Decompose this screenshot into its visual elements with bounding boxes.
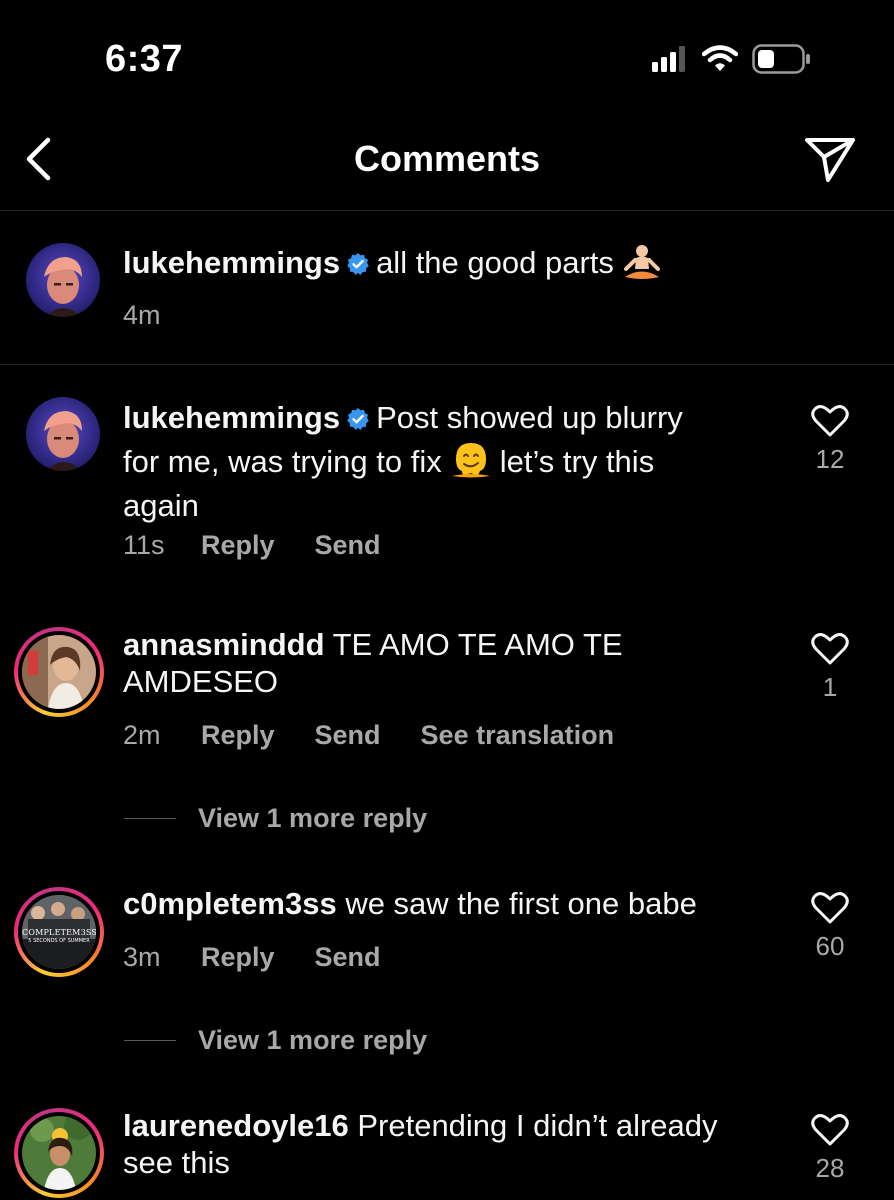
comment-meta: 11s Reply Send	[123, 530, 421, 561]
avatar-caption-1: COMPLETEM3SS	[22, 928, 96, 937]
paper-plane-icon	[805, 138, 855, 182]
heart-outline-icon[interactable]	[811, 1113, 849, 1147]
like-group: 12	[800, 404, 860, 475]
avatar-image	[26, 397, 100, 471]
like-count: 28	[815, 1153, 845, 1183]
avatar-ring-gap: COMPLETEM3SS 5 SECONDS OF SUMMER	[18, 891, 100, 973]
comment-line: for me, was trying to fix let’s try this	[123, 439, 763, 487]
view-more-replies-button[interactable]: View 1 more reply	[124, 803, 427, 834]
send-button[interactable]: Send	[315, 942, 381, 973]
comment-line: annasminddd TE AMO TE AMO TE	[123, 626, 763, 663]
avatar-image: COMPLETEM3SS 5 SECONDS OF SUMMER	[22, 895, 96, 969]
heart-outline-icon[interactable]	[811, 891, 849, 925]
reply-thread-line	[124, 818, 176, 819]
avatar-image	[22, 635, 96, 709]
view-more-replies-label: View 1 more reply	[198, 1025, 428, 1055]
comment-username[interactable]: c0mpletem3ss	[123, 886, 337, 921]
avatar-laurenedoyle16[interactable]	[14, 1108, 104, 1198]
status-time: 6:37	[105, 38, 184, 80]
avatar-caption-2: 5 SECONDS OF SUMMER	[28, 938, 90, 944]
caption-text: lukehemmings all the good parts	[123, 244, 813, 288]
wifi-icon	[702, 45, 738, 71]
comment-body: for me, was trying to fix	[123, 444, 442, 479]
like-count: 1	[822, 672, 838, 702]
caption-username[interactable]: lukehemmings	[123, 245, 340, 280]
header-divider	[0, 210, 894, 211]
melting-face-emoji-icon	[450, 439, 492, 487]
comment-text: c0mpletem3ss we saw the first one babe	[123, 885, 783, 922]
comment-text: laurenedoyle16 Pretending I didn’t alrea…	[123, 1107, 783, 1181]
avatar-ring-gap	[18, 1112, 100, 1194]
comment-body: again	[123, 488, 199, 523]
comment-body: Post showed up blurry	[376, 400, 683, 435]
comment-line: laurenedoyle16 Pretending I didn’t alrea…	[123, 1107, 783, 1144]
battery-icon	[752, 44, 810, 74]
reply-button[interactable]: Reply	[201, 530, 275, 561]
comment-line: see this	[123, 1145, 230, 1180]
caption-meta: 4m	[123, 300, 161, 331]
avatar-ring-gap	[18, 631, 100, 713]
comment-username[interactable]: lukehemmings	[123, 400, 340, 435]
comment-time: 3m	[123, 942, 161, 972]
comment-line: again	[123, 487, 763, 524]
heart-outline-icon[interactable]	[811, 632, 849, 666]
comment-time: 2m	[123, 720, 161, 750]
verified-badge-icon	[346, 402, 370, 439]
caption-time: 4m	[123, 300, 161, 330]
heart-outline-icon[interactable]	[811, 404, 849, 438]
see-translation-button[interactable]: See translation	[421, 720, 615, 751]
comment-body: we saw the first one babe	[345, 886, 697, 921]
avatar-image	[22, 1116, 96, 1190]
view-more-replies-label: View 1 more reply	[198, 803, 428, 833]
comment-line: AMDESEO	[123, 664, 279, 699]
reply-button[interactable]: Reply	[201, 942, 275, 973]
page-title: Comments	[353, 138, 541, 179]
comment-username[interactable]: laurenedoyle16	[123, 1108, 349, 1143]
comment-line: lukehemmings Post showed up blurry	[123, 399, 763, 439]
status-icons	[652, 44, 812, 74]
comment-body: Pretending I didn’t already	[357, 1108, 718, 1143]
share-button[interactable]	[800, 130, 860, 188]
comment-text: lukehemmings Post showed up blurry for me…	[123, 399, 763, 524]
like-group: 1	[800, 632, 860, 703]
comment-username[interactable]: annasminddd	[123, 627, 325, 662]
caption-body: all the good parts	[376, 245, 614, 280]
comment-body: let’s try this	[499, 444, 655, 479]
comment-meta: 2m Reply Send See translation	[123, 720, 654, 751]
reply-button[interactable]: Reply	[201, 720, 275, 751]
comment-text: annasminddd TE AMO TE AMO TE AMDESEO	[123, 626, 763, 700]
avatar-annasminddd[interactable]	[14, 627, 104, 717]
like-group: 60	[800, 891, 860, 962]
avatar-c0mpletem3ss[interactable]: COMPLETEM3SS 5 SECONDS OF SUMMER	[14, 887, 104, 977]
cellular-signal-icon	[652, 46, 685, 72]
comment-meta: 3m Reply Send	[123, 942, 421, 973]
caption-divider	[0, 364, 894, 365]
verified-badge-icon	[346, 247, 370, 284]
avatar-lukehemmings[interactable]	[26, 397, 100, 471]
avatar-lukehemmings[interactable]	[26, 243, 100, 317]
send-button[interactable]: Send	[315, 720, 381, 751]
comment-time: 11s	[123, 530, 165, 560]
comment-body: TE AMO TE AMO TE	[332, 627, 623, 662]
meditation-emoji-icon	[622, 244, 662, 288]
reply-thread-line	[124, 1040, 176, 1041]
like-count: 12	[815, 444, 845, 474]
send-button[interactable]: Send	[315, 530, 381, 561]
avatar-image	[26, 243, 100, 317]
like-group: 28	[800, 1113, 860, 1184]
view-more-replies-button[interactable]: View 1 more reply	[124, 1025, 427, 1056]
comments-screen: 6:37 Comments lukehemmings all the good …	[0, 0, 894, 1200]
like-count: 60	[815, 931, 845, 961]
